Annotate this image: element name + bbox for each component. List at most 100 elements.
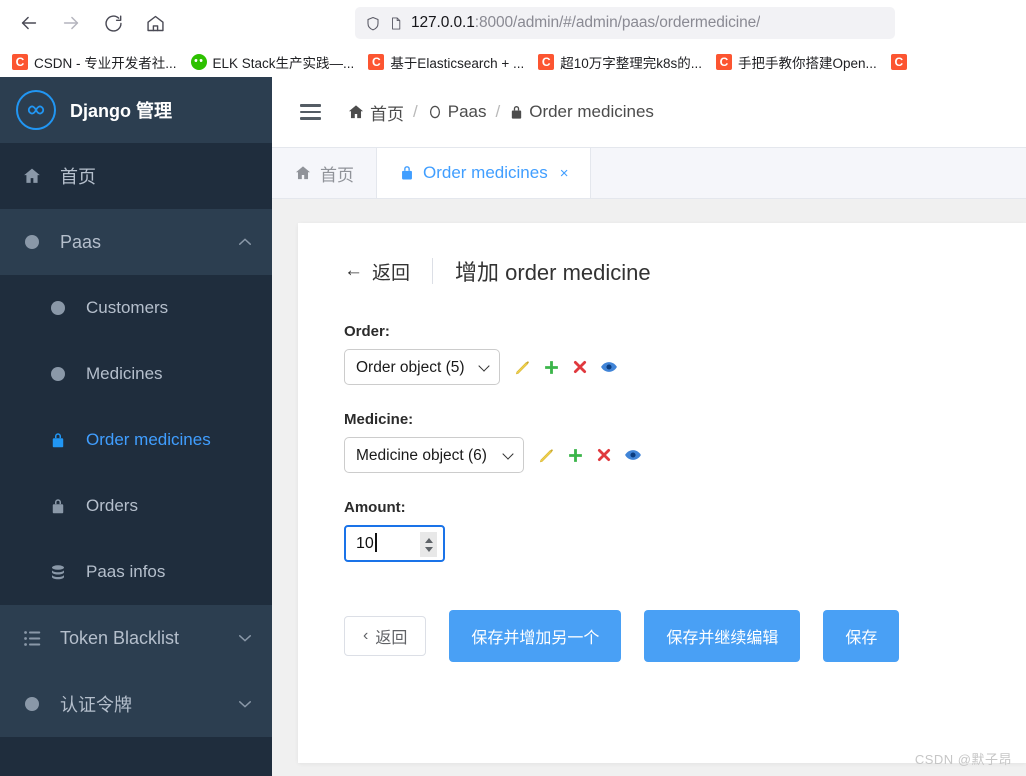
bookmark-item[interactable]: C CSDN - 专业开发者社... [6, 49, 183, 75]
order-select-wrap: Order object (5) [344, 349, 500, 385]
forward-arrow-icon[interactable] [52, 6, 90, 40]
view-eye-icon[interactable] [600, 358, 618, 376]
bookmark-item[interactable]: ELK Stack生产实践—... [185, 49, 361, 75]
save-button[interactable]: 保存 [823, 610, 900, 662]
edit-pencil-icon[interactable] [538, 447, 555, 464]
sidebar-item-orders[interactable]: Orders [0, 473, 272, 539]
back-arrow-icon[interactable] [10, 6, 48, 40]
back-link[interactable]: ← 返回 [344, 258, 410, 285]
add-plus-icon[interactable] [543, 359, 560, 376]
url-host: 127.0.0.1 [411, 14, 475, 31]
bookmarks-bar: C CSDN - 专业开发者社... ELK Stack生产实践—... C 基于Ela… [0, 46, 1026, 77]
home-icon [347, 103, 365, 121]
browser-toolbar: 127.0.0.1:8000/admin/#/admin/paas/orderm… [0, 0, 1026, 46]
dot-icon [22, 697, 42, 711]
stepper-up-icon[interactable] [424, 537, 433, 543]
field-amount: Amount: 10 [334, 499, 990, 562]
form-header: ← 返回 增加 order medicine [334, 255, 990, 287]
medicine-select[interactable]: Medicine object (6) [344, 437, 524, 473]
tab-home[interactable]: 首页 [272, 148, 377, 198]
add-plus-icon[interactable] [567, 447, 584, 464]
chevron-left-icon: ‹ [363, 627, 369, 644]
back-arrow-icon: ← [344, 260, 363, 281]
dot-icon [22, 235, 42, 249]
order-select[interactable]: Order object (5) [344, 349, 500, 385]
breadcrumb-item-order-medicines[interactable]: Order medicines [509, 102, 654, 122]
dot-icon [48, 301, 68, 315]
stepper-down-icon[interactable] [424, 546, 433, 552]
lock-icon [48, 497, 68, 516]
edit-pencil-icon[interactable] [514, 359, 531, 376]
url-text: 127.0.0.1:8000/admin/#/admin/paas/orderm… [411, 14, 760, 32]
medicine-select-wrap: Medicine object (6) [344, 437, 524, 473]
back-link-label: 返回 [372, 262, 411, 284]
admin-app: Django 管理 首页 Paas Customers Medicines Order … [0, 77, 1026, 776]
field-label-order: Order: [344, 323, 390, 340]
sidebar-item-label: Paas [60, 231, 102, 252]
header-divider [432, 258, 434, 284]
field-row-order: Order object (5) [344, 349, 990, 385]
sidebar-item-label: Medicines [86, 364, 163, 383]
view-eye-icon[interactable] [624, 446, 642, 464]
url-bar[interactable]: 127.0.0.1:8000/admin/#/admin/paas/orderm… [355, 7, 895, 39]
breadcrumb-item-home[interactable]: 首页 [347, 100, 404, 125]
sidebar-item-label: Customers [86, 298, 169, 317]
amount-input[interactable]: 10 [344, 525, 445, 562]
csdn-icon: C [716, 53, 733, 70]
chevron-up-icon [238, 237, 252, 247]
bookmark-item[interactable]: C 手把手教你搭建Open... [710, 49, 883, 75]
save-and-continue-button[interactable]: 保存并继续编辑 [644, 610, 801, 662]
chevron-down-icon [238, 699, 252, 709]
delete-cross-icon[interactable] [596, 447, 612, 463]
bookmark-label: 基于Elasticsearch + ... [390, 55, 525, 71]
sidebar-item-paas[interactable]: Paas [0, 209, 272, 275]
sidebar-item-token-blacklist[interactable]: Token Blacklist [0, 605, 272, 671]
tab-order-medicines[interactable]: Order medicines × [377, 148, 592, 198]
back-button[interactable]: ‹ 返回 [344, 616, 427, 656]
csdn-icon: C [890, 53, 907, 70]
sidebar-item-[interactable]: 认证令牌 [0, 671, 272, 737]
sidebar: Django 管理 首页 Paas Customers Medicines Order … [0, 77, 272, 776]
sidebar-item-paas-infos[interactable]: Paas infos [0, 539, 272, 605]
reload-icon[interactable] [94, 6, 132, 40]
content-area: ← 返回 增加 order medicine Order: Order obje… [272, 199, 1026, 776]
bookmark-label: 超10万字整理完k8s的... [560, 55, 703, 71]
sidebar-brand[interactable]: Django 管理 [0, 77, 272, 143]
navigation-buttons [10, 6, 174, 40]
circle-icon [427, 104, 443, 120]
breadcrumb-separator: / [495, 102, 501, 121]
bookmark-item[interactable]: C 基于Elasticsearch + ... [362, 49, 530, 75]
close-icon[interactable]: × [560, 166, 569, 181]
quantity-stepper[interactable] [420, 532, 437, 557]
main-region: 首页 / Paas / Order medicines 首页 Order med… [272, 77, 1026, 776]
bookmark-label: 手把手教你搭建Open... [738, 55, 877, 71]
sidebar-brand-title: Django 管理 [70, 101, 172, 121]
amount-value: 10 [356, 532, 377, 552]
sidebar-item-label: Paas infos [86, 562, 166, 581]
sidebar-item-label: 首页 [60, 167, 96, 187]
shield-icon [365, 15, 381, 32]
lock-icon [399, 164, 415, 182]
medicine-related-actions [538, 446, 642, 464]
delete-cross-icon[interactable] [572, 359, 588, 375]
bookmark-item[interactable]: C 超10万字整理完k8s的... [532, 49, 708, 75]
field-row-amount: 10 [344, 525, 990, 562]
field-label-medicine: Medicine: [344, 411, 414, 428]
hamburger-icon[interactable] [300, 104, 321, 120]
sidebar-item-customers[interactable]: Customers [0, 275, 272, 341]
breadcrumb-item-paas[interactable]: Paas [427, 102, 486, 122]
sidebar-item-[interactable]: 首页 [0, 143, 272, 209]
field-row-medicine: Medicine object (6) [344, 437, 990, 473]
breadcrumb-label: 首页 [370, 104, 404, 124]
home-icon[interactable] [136, 6, 174, 40]
home-icon [294, 164, 312, 182]
sidebar-item-medicines[interactable]: Medicines [0, 341, 272, 407]
field-medicine: Medicine: Medicine object (6) [334, 411, 990, 473]
bookmark-item[interactable]: C [885, 51, 913, 73]
sidebar-item-order-medicines[interactable]: Order medicines [0, 407, 272, 473]
chevron-down-icon [238, 633, 252, 643]
sidebar-item-label: Orders [86, 496, 138, 515]
field-label-amount: Amount: [344, 499, 406, 516]
browser-chrome: 127.0.0.1:8000/admin/#/admin/paas/orderm… [0, 0, 1026, 77]
save-and-add-another-button[interactable]: 保存并增加另一个 [449, 610, 622, 662]
